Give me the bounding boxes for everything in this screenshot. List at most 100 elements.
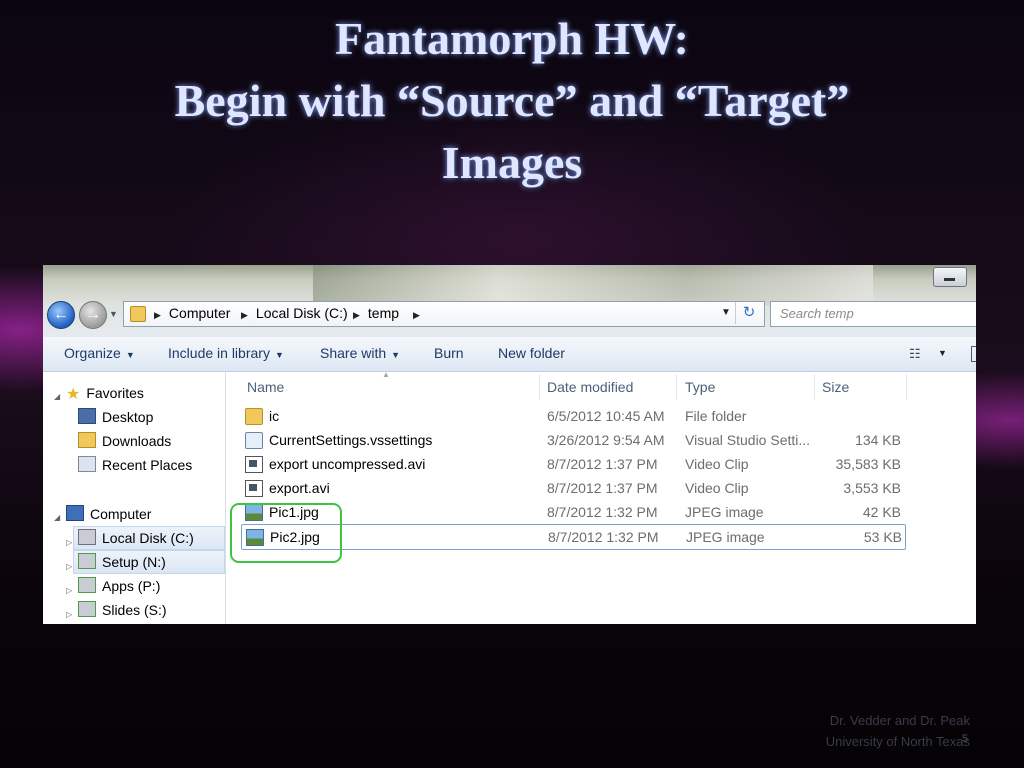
slide-title-line-2: Begin with “Source” and “Target” [174,75,850,126]
column-header-date-modified[interactable]: Date modified [547,379,633,395]
file-row-export[interactable]: export.avi 8/7/2012 1:37 PM Video Clip 3… [241,476,904,500]
video-file-icon [245,480,263,497]
window-titlebar: ← → ▼ ▶ Computer ▶ Local Disk (C:) ▶ temp ▶… [43,265,976,337]
nav-item-label: Slides (S:) [102,602,167,618]
expand-icon[interactable]: ▷ [66,586,72,595]
nav-item-slides-drive[interactable]: Slides (S:) [78,599,167,621]
nav-item-label: Apps (P:) [102,578,161,594]
nav-favorites[interactable]: ★ Favorites [66,382,144,404]
collapse-favorites-icon[interactable]: ◢ [54,392,60,401]
slide-title-line-1: Fantamorph HW: [335,13,689,64]
file-name: export uncompressed.avi [269,456,426,472]
page-number: 5 [962,733,969,745]
address-history-dropdown-icon[interactable]: ▼ [721,307,731,318]
view-dropdown-icon[interactable]: ▼ [938,348,947,358]
command-bar: Organize ▼ Include in library ▼ Share with… [43,337,976,372]
column-header-name[interactable]: Name [247,379,284,395]
nav-item-setup-drive[interactable]: Setup (N:) [73,550,225,574]
recent-places-icon [78,456,96,472]
file-date: 3/26/2012 9:54 AM [547,432,665,448]
nav-item-local-disk[interactable]: Local Disk (C:) [73,526,225,550]
file-size: 134 KB [855,432,901,448]
explorer-window: ← → ▼ ▶ Computer ▶ Local Disk (C:) ▶ temp ▶… [43,265,976,624]
organize-button[interactable]: Organize ▼ [64,345,135,361]
burn-label: Burn [434,345,464,361]
breadcrumb-label: temp [367,305,400,321]
minimize-button[interactable] [933,267,967,287]
nav-item-desktop[interactable]: Desktop [78,406,153,428]
file-type: File folder [685,408,747,424]
forward-button[interactable]: → [79,301,107,329]
column-header-type[interactable]: Type [685,379,715,395]
column-divider[interactable] [814,374,815,400]
share-with-label: Share with [320,345,387,361]
recent-pages-dropdown-icon[interactable]: ▼ [109,309,118,319]
column-divider[interactable] [906,374,907,400]
forward-arrow-icon: → [85,306,101,323]
column-header-label: Date modified [547,379,634,395]
back-button[interactable]: ← [47,301,75,329]
nav-favorites-label: Favorites [86,385,144,401]
refresh-button[interactable]: ↻ [735,302,762,324]
navigation-pane: ◢ ★ Favorites Desktop Downloads Recent Pl… [43,372,226,624]
view-options-icon: ☷ [909,346,921,361]
column-divider[interactable] [539,374,540,400]
highlight-annotation [230,503,342,563]
network-drive-icon [78,577,96,593]
file-size: 53 KB [863,529,902,545]
column-divider[interactable] [676,374,677,400]
file-size: 3,553 KB [843,480,901,496]
file-size: 35,583 KB [835,456,901,472]
chevron-down-icon: ▼ [125,350,135,360]
nav-item-label: Setup (N:) [102,554,166,570]
breadcrumb-temp[interactable]: ▶ temp [353,305,399,321]
expand-icon[interactable]: ▷ [66,610,72,619]
slide-footer: Dr. Vedder and Dr. Peak University of No… [770,710,970,752]
preview-pane-icon[interactable] [971,346,976,362]
breadcrumb-label: Local Disk (C:) [255,305,348,321]
file-list: ▲ Name Date modified Type Size ic 6/5/20… [226,370,976,624]
search-placeholder: Search temp [780,306,854,321]
change-view-button[interactable]: ☷ [909,346,921,362]
nav-computer[interactable]: Computer [66,503,151,525]
network-drive-icon [78,601,96,617]
star-icon: ★ [66,386,81,403]
file-type: Video Clip [685,456,749,472]
folder-icon [245,408,263,425]
footer-authors: Dr. Vedder and Dr. Peak [829,713,970,728]
refresh-icon: ↻ [742,304,756,321]
slide-title-line-3: Images [441,137,583,188]
file-name: ic [269,408,280,424]
breadcrumb-subfolder-chevron[interactable]: ▶ [413,305,428,321]
breadcrumb-local-disk[interactable]: ▶ Local Disk (C:) [241,305,348,321]
file-type: Visual Studio Setti... [685,432,811,448]
column-header-size[interactable]: Size [822,379,849,395]
search-input[interactable]: Search temp [770,301,976,327]
footer-university: University of North Texas [825,734,970,749]
collapse-computer-icon[interactable]: ◢ [54,513,60,522]
include-in-library-label: Include in library [168,345,270,361]
nav-item-apps-drive[interactable]: Apps (P:) [78,575,160,597]
share-with-button[interactable]: Share with ▼ [320,345,400,361]
file-name: export.avi [269,480,330,496]
burn-button[interactable]: Burn [434,345,464,361]
address-bar[interactable]: ▶ Computer ▶ Local Disk (C:) ▶ temp ▶ [123,301,765,327]
new-folder-button[interactable]: New folder [498,345,565,361]
computer-icon [66,505,84,521]
expand-icon[interactable]: ▷ [66,538,72,547]
chevron-right-icon: ▶ [413,310,420,320]
file-date: 8/7/2012 1:32 PM [548,529,659,545]
include-in-library-button[interactable]: Include in library ▼ [168,345,284,361]
file-type: JPEG image [686,529,765,545]
file-row-currentsettings[interactable]: CurrentSettings.vssettings 3/26/2012 9:5… [241,428,904,452]
slide-title: Fantamorph HW: Begin with “Source” and “… [0,8,1024,194]
file-type: JPEG image [685,504,764,520]
expand-icon[interactable]: ▷ [66,562,72,571]
nav-item-downloads[interactable]: Downloads [78,430,171,452]
breadcrumb-computer[interactable]: ▶ Computer [154,305,230,321]
file-row-ic[interactable]: ic 6/5/2012 10:45 AM File folder [241,404,904,428]
file-row-export-uncompressed[interactable]: export uncompressed.avi 8/7/2012 1:37 PM… [241,452,904,476]
nav-item-recent-places[interactable]: Recent Places [78,454,192,476]
back-arrow-icon: ← [53,306,69,323]
file-date: 8/7/2012 1:37 PM [547,456,658,472]
